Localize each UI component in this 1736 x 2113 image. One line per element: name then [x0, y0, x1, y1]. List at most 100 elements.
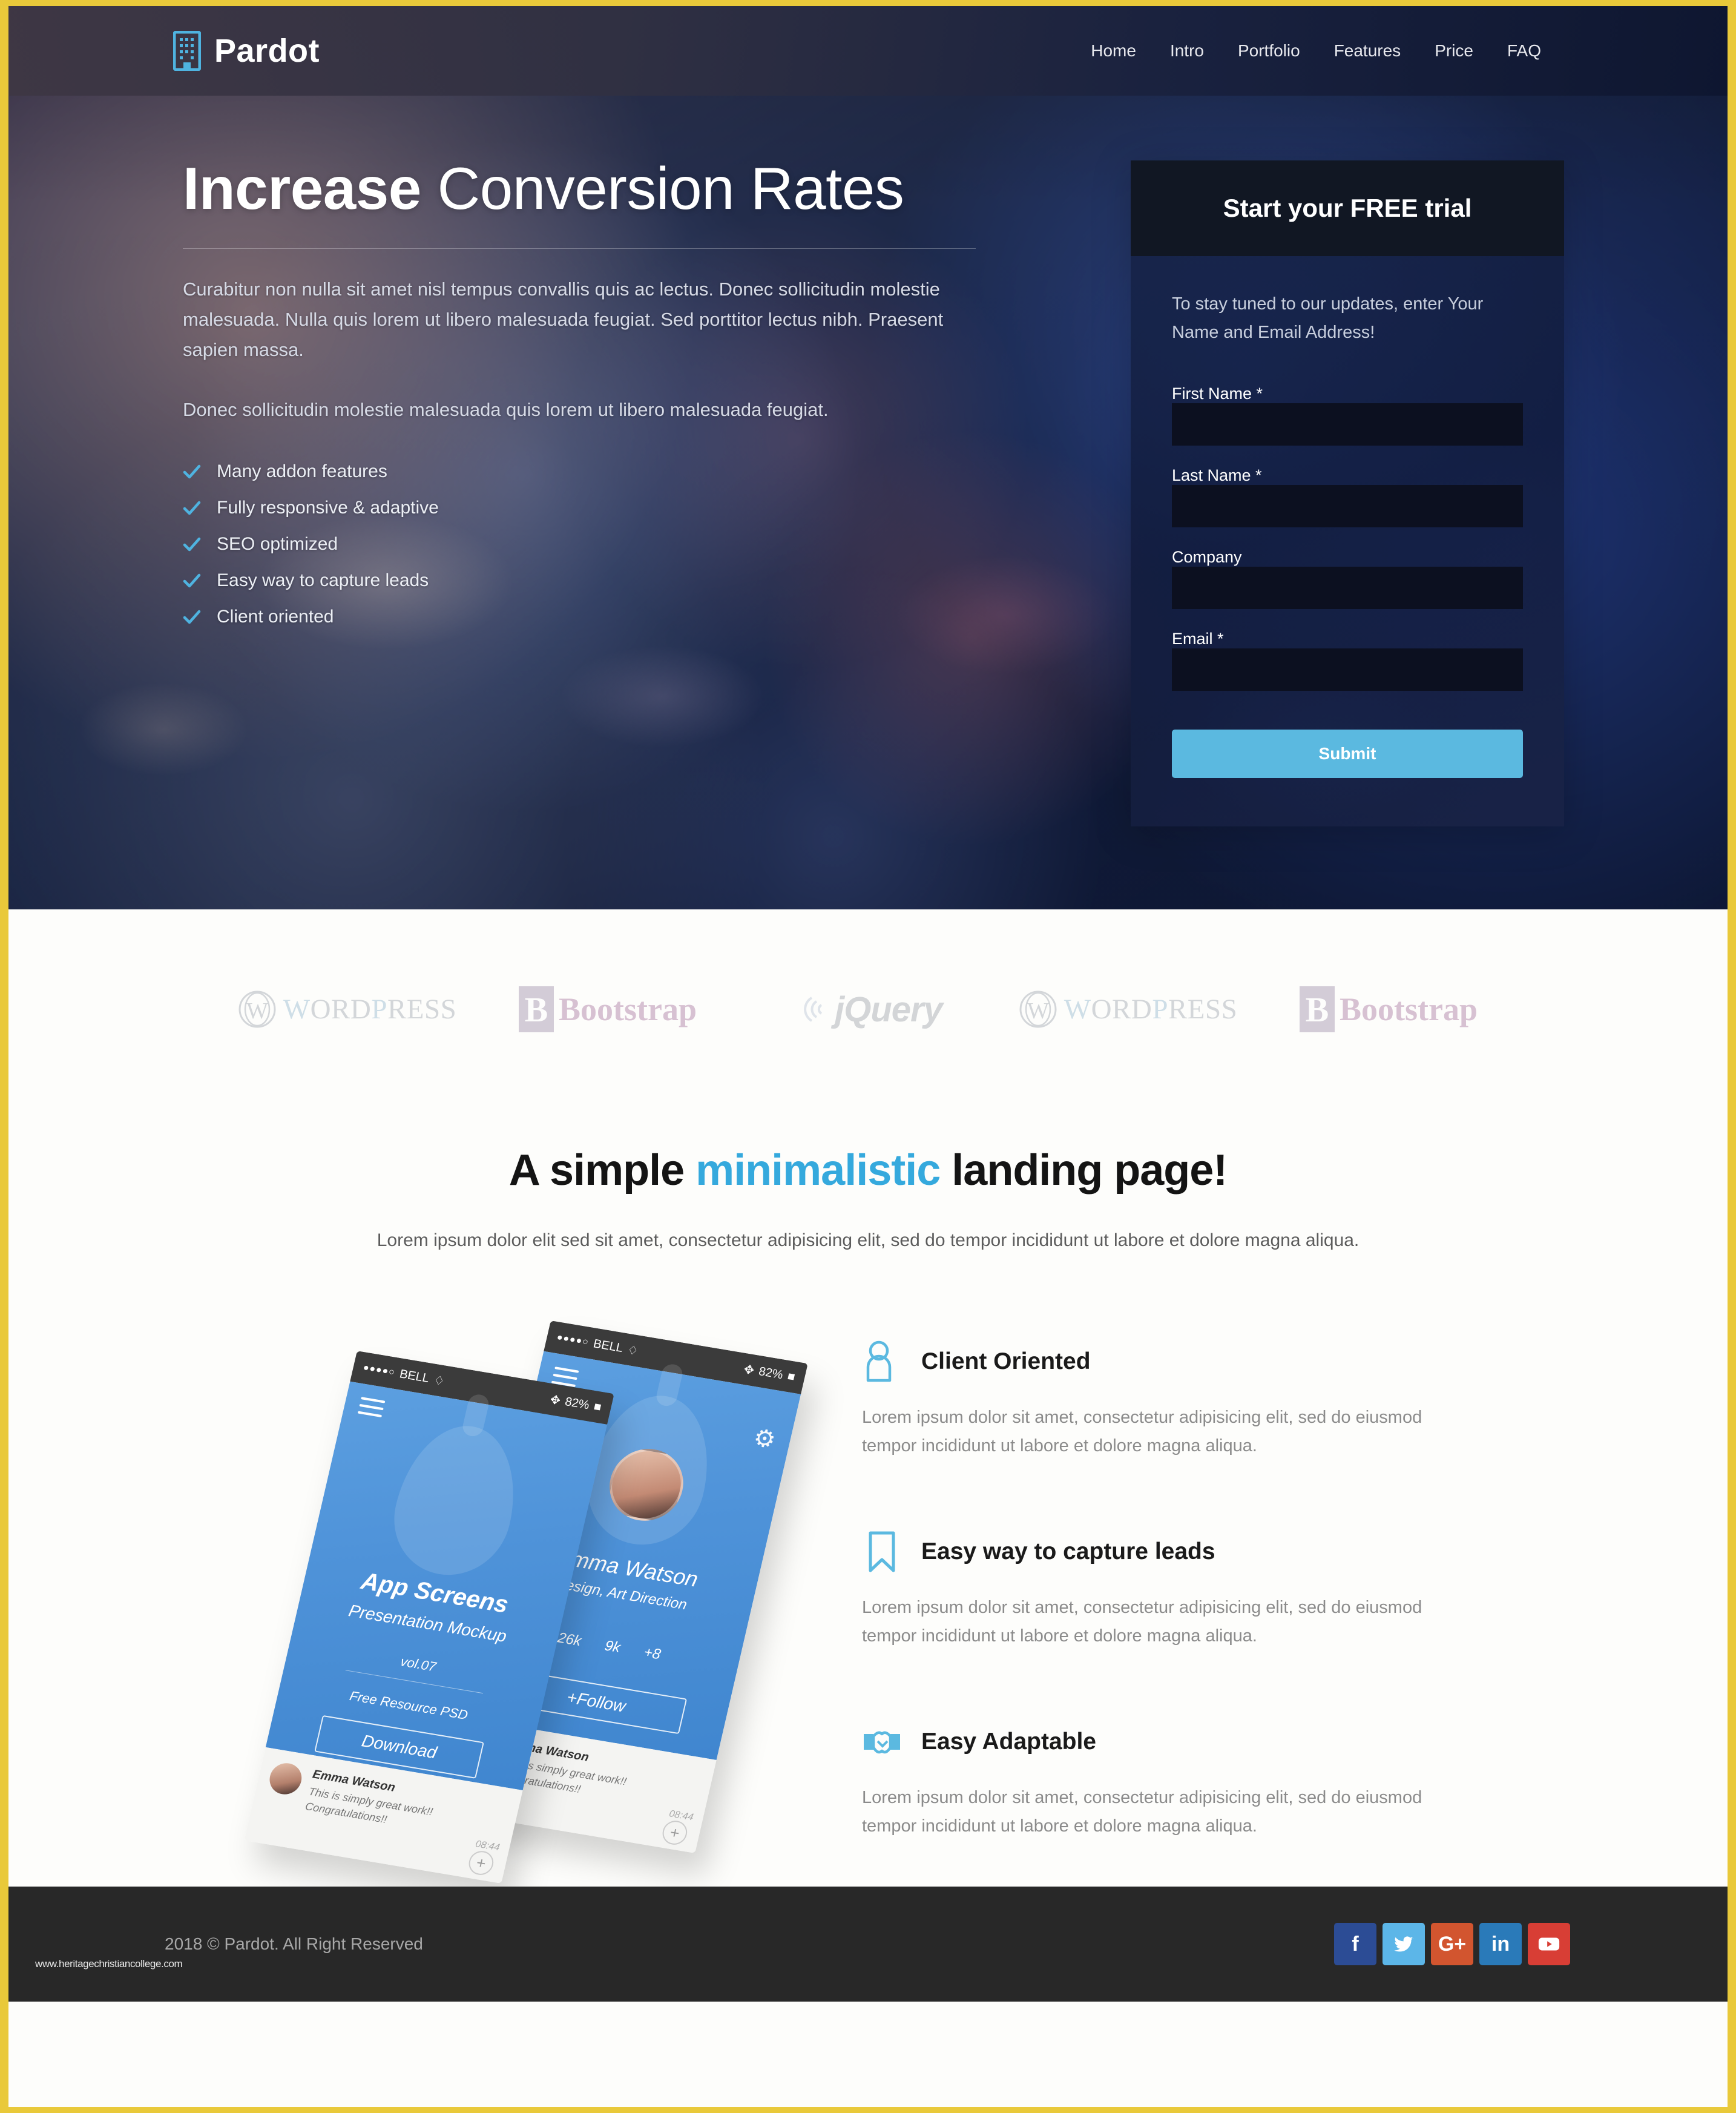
battery-icon: ■: [592, 1399, 603, 1414]
jquery-logo-text: jQuery: [835, 989, 943, 1029]
comment-text: This is simply great work!! Congratulati…: [304, 1785, 435, 1826]
youtube-icon[interactable]: [1528, 1923, 1570, 1965]
carrier-label: BELL: [592, 1337, 625, 1355]
check-icon: [183, 464, 201, 478]
add-icon[interactable]: +: [466, 1849, 496, 1877]
wordpress-mark-icon: W: [1019, 991, 1057, 1028]
bootstrap-logo: B Bootstrap: [519, 986, 697, 1032]
svg-text:W: W: [246, 998, 268, 1024]
list-item-label: Easy way to capture leads: [217, 570, 429, 590]
last-name-label: Last Name *: [1172, 466, 1262, 484]
gear-icon[interactable]: ⚙: [751, 1423, 778, 1454]
bookmark-icon: [869, 1531, 895, 1572]
bootstrap-logo-text: Bootstrap: [1340, 991, 1478, 1027]
decorative-blob: [382, 1417, 530, 1584]
hero-bullet-list: Many addon features Fully responsive & a…: [183, 461, 988, 627]
nav-link-intro[interactable]: Intro: [1153, 41, 1221, 61]
bootstrap-logo: B Bootstrap: [1300, 986, 1478, 1032]
intro-section: A simple minimalistic landing page! Lore…: [8, 1109, 1728, 1251]
wordpress-mark-icon: W: [238, 991, 276, 1028]
stat-extra: +8: [642, 1644, 663, 1663]
check-icon: [183, 573, 201, 587]
partner-logo-strip: W WORDPRESS B Bootstrap jQuery W WORDPRE…: [8, 909, 1728, 1109]
intro-title-accent: minimalistic: [695, 1146, 941, 1195]
bootstrap-logo-text: Bootstrap: [559, 991, 697, 1027]
feature-header: Client Oriented: [862, 1340, 1473, 1383]
list-item: Client oriented: [183, 607, 988, 627]
list-item-label: Many addon features: [217, 461, 387, 481]
linkedin-icon[interactable]: in: [1479, 1923, 1522, 1965]
first-name-label: First Name *: [1172, 384, 1263, 403]
google-plus-icon[interactable]: G+: [1431, 1923, 1473, 1965]
stat-dribbble: 9k: [603, 1637, 622, 1656]
wordpress-logo: W WORDPRESS: [238, 991, 457, 1028]
signup-form-title: Start your FREE trial: [1223, 194, 1472, 222]
first-name-input[interactable]: [1172, 403, 1523, 446]
comment-text: This is simply great work!! Congratulati…: [498, 1755, 628, 1796]
avatar: [266, 1761, 305, 1797]
signup-form-body: To stay tuned to our updates, enter Your…: [1131, 256, 1564, 826]
wifi-icon: ♢: [432, 1373, 446, 1388]
facebook-icon[interactable]: f: [1334, 1923, 1376, 1965]
wordpress-logo-text: WORDPRESS: [1064, 994, 1238, 1025]
nav-link-portfolio[interactable]: Portfolio: [1221, 41, 1317, 61]
add-icon[interactable]: +: [660, 1819, 690, 1847]
wifi-icon: ♢: [626, 1343, 640, 1358]
menu-icon[interactable]: [357, 1397, 386, 1422]
feature-text: Lorem ipsum dolor sit amet, consectetur …: [862, 1597, 1422, 1646]
brand[interactable]: Pardot: [173, 31, 320, 71]
email-label: Email *: [1172, 629, 1224, 648]
submit-button[interactable]: Submit: [1172, 729, 1523, 778]
brand-name: Pardot: [214, 33, 320, 69]
intro-title-part-b: landing page!: [940, 1146, 1228, 1195]
twitter-icon[interactable]: [1383, 1923, 1425, 1965]
watermark-url: www.heritagechristiancollege.com: [35, 1958, 183, 1970]
list-item: Many addon features: [183, 461, 988, 482]
logo-item: W WORDPRESS: [998, 991, 1258, 1028]
hero-title-rest: Conversion Rates: [421, 155, 904, 222]
logo-item: W WORDPRESS: [217, 991, 478, 1028]
nav-link-faq[interactable]: FAQ: [1490, 41, 1558, 61]
jquery-arcs-icon: [804, 997, 823, 1022]
signup-form-panel: Start your FREE trial To stay tuned to o…: [1131, 160, 1564, 826]
email-input[interactable]: [1172, 648, 1523, 691]
nav-links: Home Intro Portfolio Features Price FAQ: [1074, 41, 1558, 61]
nav-link-home[interactable]: Home: [1074, 41, 1153, 61]
signup-form-header: Start your FREE trial: [1131, 160, 1564, 256]
list-item-label: Fully responsive & adaptive: [217, 497, 439, 518]
feature-item-easy-adaptable: Easy Adaptable Lorem ipsum dolor sit ame…: [862, 1721, 1473, 1841]
feature-item-client-oriented: Client Oriented Lorem ipsum dolor sit am…: [862, 1340, 1473, 1460]
logo-item: B Bootstrap: [1258, 986, 1519, 1032]
carrier-label: BELL: [398, 1367, 431, 1385]
jquery-logo: jQuery: [794, 989, 943, 1030]
feature-header: Easy Adaptable: [862, 1721, 1473, 1763]
bluetooth-icon: ✥: [742, 1362, 756, 1377]
list-item: Easy way to capture leads: [183, 570, 988, 591]
wordpress-logo: W WORDPRESS: [1019, 991, 1238, 1028]
last-name-input[interactable]: [1172, 484, 1523, 527]
logo-item: jQuery: [738, 989, 998, 1030]
nav-link-price[interactable]: Price: [1418, 41, 1490, 61]
footer: 2018 © Pardot. All Right Reserved f G+ i…: [8, 1887, 1728, 2002]
feature-text: Lorem ipsum dolor sit amet, consectetur …: [862, 1408, 1422, 1455]
feature-list: Client Oriented Lorem ipsum dolor sit am…: [862, 1330, 1473, 1841]
bootstrap-mark-icon: B: [1300, 986, 1335, 1032]
intro-title-part-a: A simple: [508, 1146, 696, 1195]
hero-content: Increase Conversion Rates Curabitur non …: [183, 157, 988, 643]
nav-link-features[interactable]: Features: [1317, 41, 1418, 61]
feature-title: Easy way to capture leads: [921, 1538, 1215, 1564]
footer-social-links: f G+ in: [1334, 1923, 1570, 1965]
user-icon: [866, 1340, 892, 1382]
feature-title: Easy Adaptable: [921, 1728, 1096, 1755]
features-section: ●●●●○ BELL ♢ ✥ 82% ■ ⚙ Emma Watson Desig…: [8, 1251, 1728, 1887]
stat-twitter: 26k: [556, 1629, 583, 1650]
company-input[interactable]: [1172, 566, 1523, 609]
check-icon: [183, 537, 201, 551]
hero-paragraph-1: Curabitur non nulla sit amet nisl tempus…: [183, 278, 944, 361]
twitter-bird-icon: [1394, 1936, 1413, 1952]
svg-text:W: W: [1027, 998, 1049, 1024]
company-label: Company: [1172, 547, 1242, 566]
intro-subtitle: Lorem ipsum dolor elit sed sit amet, con…: [376, 1230, 1360, 1250]
signal-dots-icon: ●●●●○: [556, 1332, 590, 1348]
wordpress-logo-text: WORDPRESS: [283, 994, 457, 1025]
